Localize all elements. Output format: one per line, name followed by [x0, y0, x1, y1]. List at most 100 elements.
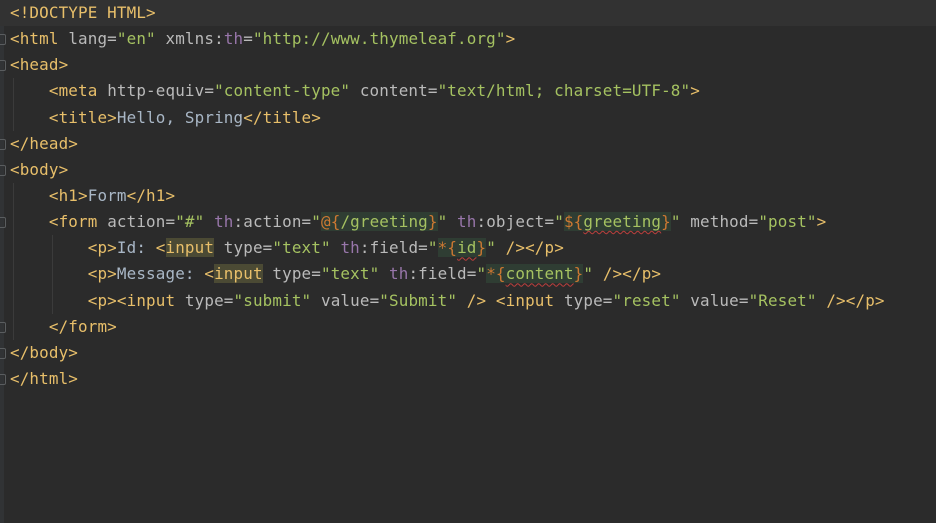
- indent-guide: [51, 287, 53, 314]
- code-line[interactable]: </head>: [0, 131, 936, 157]
- code-token: ": [427, 238, 438, 258]
- code-line[interactable]: <body>: [0, 157, 936, 183]
- indent-guide: [13, 235, 14, 262]
- code-token: id: [457, 238, 477, 258]
- code-token: "en": [116, 29, 156, 49]
- code-editor[interactable]: <!DOCTYPE HTML> <html lang="en" xmlns:th=…: [0, 0, 936, 392]
- code-token: /></p>: [816, 290, 885, 310]
- code-token: "text": [272, 238, 331, 258]
- code-token: ": [670, 212, 681, 232]
- code-token: </p>: [525, 238, 564, 258]
- code-line[interactable]: <meta http-equiv="content-type" content=…: [0, 78, 936, 105]
- fold-marker-icon[interactable]: [0, 373, 6, 385]
- code-token: ": [486, 238, 496, 258]
- code-token: </head>: [10, 133, 79, 153]
- code-token: </title>: [243, 107, 321, 127]
- code-line[interactable]: <p><input type="submit" value="Submit" /…: [0, 287, 936, 314]
- code-token: value=: [311, 290, 380, 310]
- code-line[interactable]: <title>Hello, Spring</title>: [0, 104, 936, 131]
- code-token: :field=: [359, 238, 428, 258]
- code-token: </p>: [622, 264, 662, 284]
- indent-guide: [13, 313, 14, 340]
- code-token: <: [155, 238, 166, 258]
- fold-marker-icon[interactable]: [0, 34, 6, 46]
- code-line[interactable]: </form>: [0, 313, 936, 340]
- code-line[interactable]: <p>Message: <input type="text" th:field=…: [0, 261, 936, 288]
- code-token: content=: [350, 81, 438, 101]
- code-line[interactable]: <html lang="en" xmlns:th="http://www.thy…: [0, 26, 936, 52]
- fold-marker-icon[interactable]: [0, 321, 6, 333]
- code-token: />: [495, 238, 526, 258]
- fold-marker-icon[interactable]: [0, 347, 6, 359]
- code-line[interactable]: <h1>Form</h1>: [0, 182, 936, 210]
- code-token: <body>: [10, 159, 69, 179]
- code-line[interactable]: <head>: [0, 52, 936, 78]
- fold-marker-icon[interactable]: [0, 60, 6, 72]
- indent-guide: [13, 261, 14, 288]
- code-line[interactable]: <!DOCTYPE HTML>: [0, 0, 936, 27]
- code-token: input: [214, 264, 263, 284]
- code-token: lang=: [68, 29, 117, 49]
- code-token: /> <input: [457, 290, 564, 310]
- code-token: </form>: [48, 316, 117, 336]
- code-token: th: [340, 238, 360, 258]
- code-token: action=: [107, 212, 176, 232]
- code-token: }: [476, 238, 487, 258]
- code-token: "reset": [612, 290, 681, 310]
- code-token: type=: [563, 290, 613, 310]
- code-token: =: [243, 29, 253, 49]
- code-token: "submit": [233, 290, 312, 310]
- fold-marker-icon[interactable]: [0, 217, 6, 229]
- code-token: >: [816, 212, 827, 232]
- code-token: "http://www.thymeleaf.org": [252, 29, 506, 49]
- code-token: :action=: [233, 212, 312, 232]
- code-token: :field=: [408, 264, 477, 284]
- code-token: *{: [437, 238, 458, 258]
- code-line[interactable]: </body>: [0, 340, 936, 366]
- code-token: greeting: [583, 212, 662, 232]
- fold-marker-icon[interactable]: [0, 164, 6, 176]
- code-token: ": [583, 264, 594, 284]
- code-token: >: [505, 29, 516, 49]
- code-token: />: [593, 264, 623, 284]
- code-token: <form: [48, 212, 108, 232]
- code-token: "Reset": [748, 290, 817, 310]
- code-token: th: [223, 29, 244, 49]
- code-token: :object=: [476, 212, 555, 232]
- code-token: http-equiv=: [107, 81, 215, 101]
- code-line[interactable]: <p>Id: <input type="text" th:field="*{id…: [0, 235, 936, 262]
- code-token: <p><input: [87, 290, 185, 310]
- indent-guide: [13, 209, 14, 236]
- indent-guide: [13, 287, 14, 314]
- code-token: *{: [486, 264, 506, 284]
- code-token: th: [214, 212, 234, 232]
- indent-guide: [51, 261, 53, 288]
- code-token: <head>: [10, 55, 69, 75]
- code-token: type=: [214, 238, 273, 258]
- code-token: ": [437, 212, 448, 232]
- code-token: "Submit": [379, 290, 458, 310]
- code-token: <title>: [48, 107, 117, 127]
- code-token: "text/html; charset=UTF-8": [437, 81, 691, 101]
- code-token: value=: [680, 290, 749, 310]
- code-token: Message:: [116, 264, 205, 284]
- code-token: <!DOCTYPE HTML>: [10, 3, 156, 22]
- code-token: <h1>: [48, 185, 88, 205]
- code-token: }: [573, 264, 584, 284]
- code-token: "text": [320, 264, 380, 284]
- code-line[interactable]: <form action="#" th:action="@{/greeting}…: [0, 209, 936, 236]
- fold-marker-icon[interactable]: [0, 138, 6, 150]
- code-token: </body>: [10, 342, 79, 362]
- code-line[interactable]: </html>: [0, 366, 936, 392]
- code-token: @{: [321, 212, 341, 232]
